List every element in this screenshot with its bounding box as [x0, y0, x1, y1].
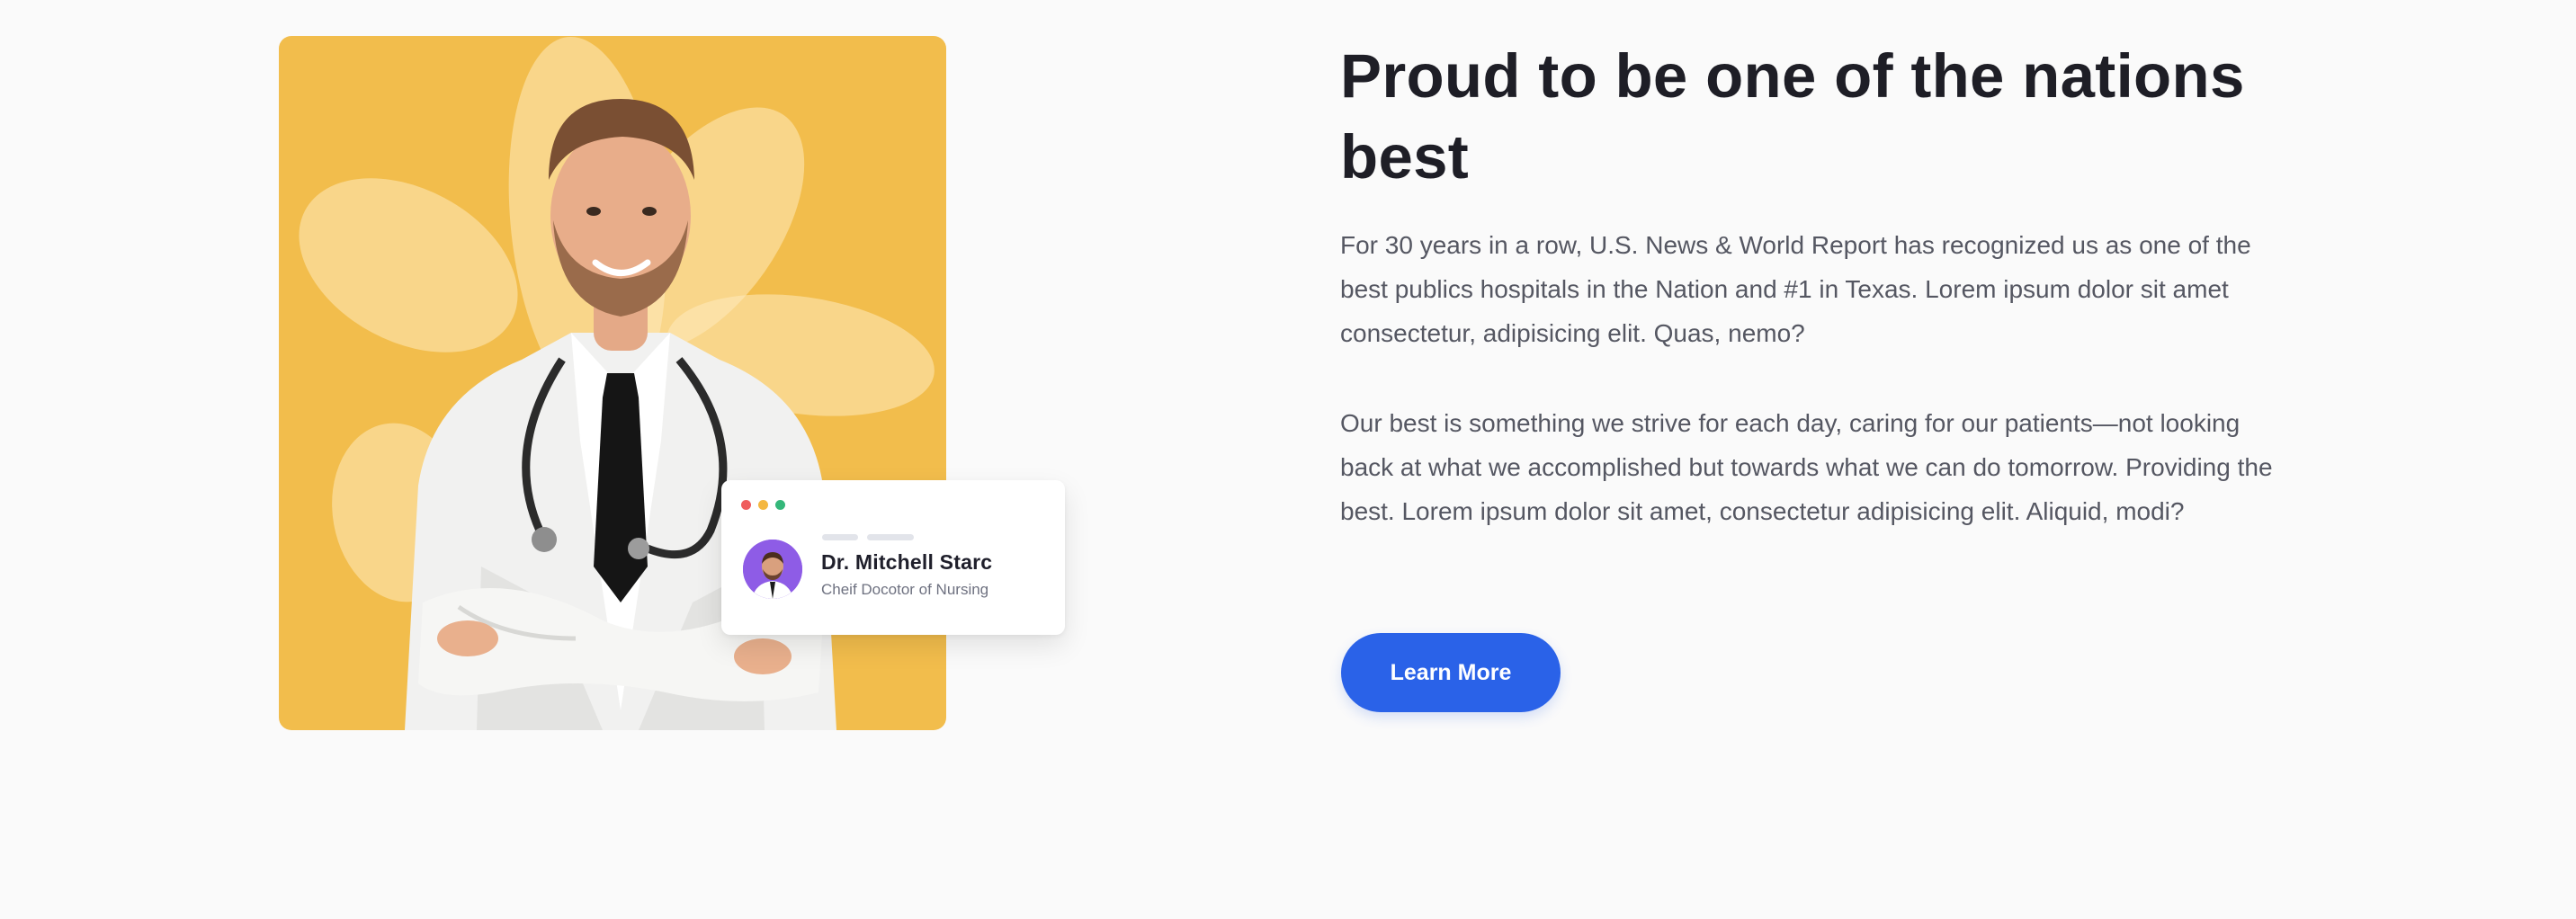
placeholder-lines [822, 534, 914, 540]
placeholder-line [822, 534, 858, 540]
yellow-dot-icon [758, 500, 768, 510]
red-dot-icon [741, 500, 751, 510]
section-paragraph-2: Our best is something we strive for each… [1340, 409, 2273, 525]
doctor-name: Dr. Mitchell Starc [821, 550, 993, 574]
doctor-profile-card: Dr. Mitchell Starc Cheif Docotor of Nurs… [721, 480, 1065, 635]
doctor-role: Cheif Docotor of Nursing [821, 581, 989, 598]
learn-more-button[interactable]: Learn More [1341, 633, 1561, 712]
green-dot-icon [775, 500, 785, 510]
placeholder-line [867, 534, 914, 540]
window-controls [741, 500, 785, 510]
doctor-avatar-icon [743, 540, 802, 599]
section-title: Proud to be one of the nations best [1340, 41, 2245, 192]
section-paragraph-1: For 30 years in a row, U.S. News & World… [1340, 231, 2251, 347]
page: Dr. Mitchell Starc Cheif Docotor of Nurs… [0, 0, 2576, 919]
